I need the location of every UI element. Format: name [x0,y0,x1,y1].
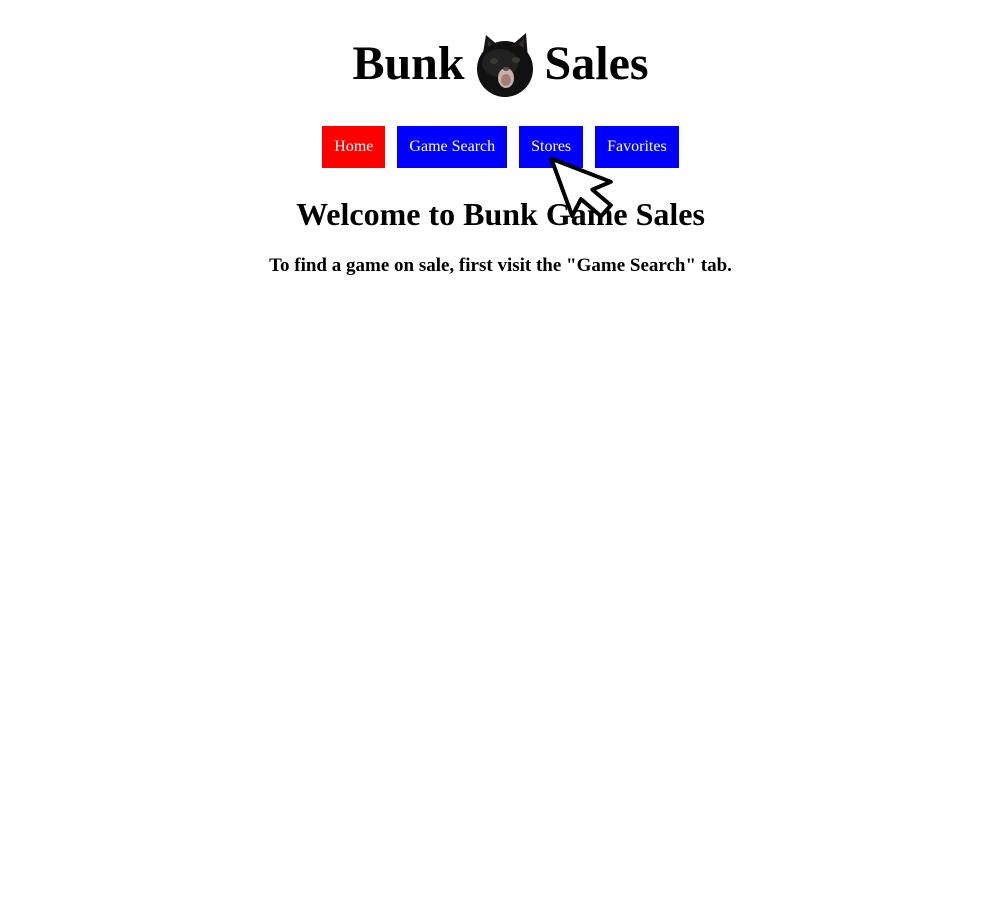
site-title-right: Sales [544,37,649,90]
nav-stores-button[interactable]: Stores [519,126,584,168]
site-header: Bunk Sales [0,24,1001,104]
instructions-text: To find a game on sale, first visit the … [269,255,732,276]
nav-home-button[interactable]: Home [322,126,386,168]
nav-favorites-button[interactable]: Favorites [595,126,679,168]
cat-face-icon [472,29,538,99]
site-title-left: Bunk [352,37,465,90]
page-heading: Welcome to Bunk Game Sales [296,196,705,232]
nav-game-search-button[interactable]: Game Search [397,126,508,168]
main-nav: Home Game Search Stores Favorites [0,126,1001,168]
